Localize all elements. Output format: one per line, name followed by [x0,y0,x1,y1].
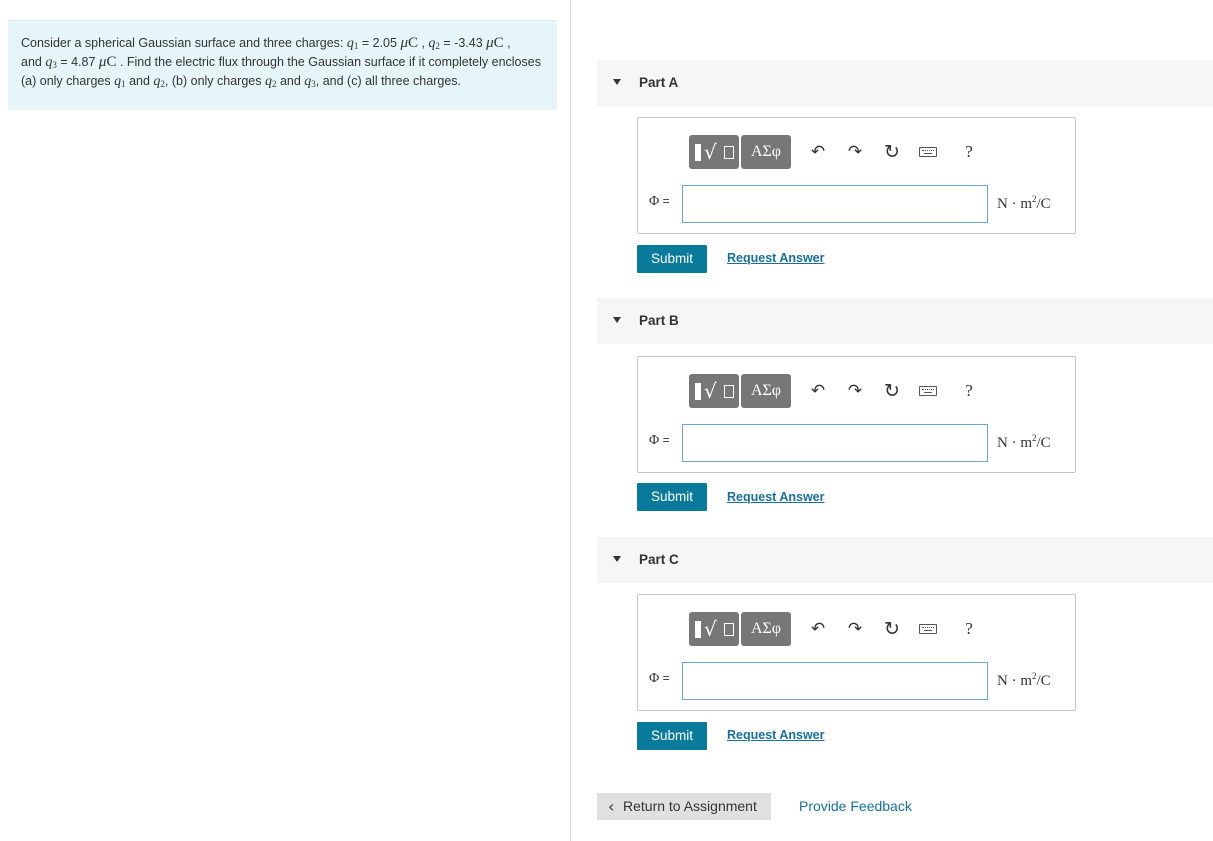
part-b-label: Part B [639,313,679,328]
radical-icon: √ [704,617,717,641]
part-c-answer-box: √ ΑΣφ ↶ ↷ ↻ ? Φ = N · m2/C [637,594,1076,711]
phi-label: Φ = [649,671,670,686]
template-block-icon [695,144,701,161]
math-toolbar: √ ΑΣφ ↶ ↷ ↻ ? [689,374,989,408]
reset-icon[interactable]: ↻ [881,135,903,169]
greek-symbols-button[interactable]: ΑΣφ [741,612,791,646]
part-c-answer-input[interactable] [682,662,988,700]
q1-symbol: q1 [346,36,359,51]
help-icon[interactable]: ? [958,374,980,408]
part-c-header[interactable]: Part C [597,537,1213,583]
templates-button[interactable]: √ [689,612,739,646]
q2-unit: μC [486,35,504,51]
q2-value: = -3.43 [439,36,487,50]
reset-icon[interactable]: ↻ [881,374,903,408]
math-toolbar: √ ΑΣφ ↶ ↷ ↻ ? [689,135,989,169]
unit-label: N · m2/C [997,194,1051,212]
unit-label: N · m2/C [997,433,1051,451]
part-a-header[interactable]: Part A [597,60,1213,106]
collapse-caret-icon[interactable] [613,79,621,85]
radical-icon: √ [704,379,717,403]
templates-button[interactable]: √ [689,374,739,408]
part-a-answer-box: √ ΑΣφ ↶ ↷ ↻ ? Φ = N · m2/C [637,117,1076,234]
template-block-icon [695,621,701,638]
part-b-request-answer-link[interactable]: Request Answer [727,490,824,504]
part-a-label: Part A [639,75,679,90]
q2-symbol: q2 [428,36,440,51]
redo-icon[interactable]: ↷ [844,135,866,169]
redo-icon[interactable]: ↷ [844,612,866,646]
unit-label: N · m2/C [997,671,1051,689]
radical-icon: √ [704,140,717,164]
q3-unit: μC [98,54,117,70]
part-a-request-answer-link[interactable]: Request Answer [727,251,824,265]
q1-unit: μC [400,35,418,51]
part-b-answer-input[interactable] [682,424,988,462]
provide-feedback-link[interactable]: Provide Feedback [799,798,912,814]
template-box-icon [724,623,734,636]
undo-icon[interactable]: ↶ [807,612,829,646]
q3-value: = 4.87 [56,55,99,69]
part-b-header[interactable]: Part B [597,298,1213,344]
template-block-icon [695,383,701,400]
q3-symbol: q3 [45,55,57,70]
collapse-caret-icon[interactable] [613,317,621,323]
redo-icon[interactable]: ↷ [844,374,866,408]
part-c-submit-button[interactable]: Submit [637,722,707,750]
undo-icon[interactable]: ↶ [807,135,829,169]
problem-statement: Consider a spherical Gaussian surface an… [8,20,557,110]
phi-label: Φ = [649,194,670,209]
template-box-icon [724,385,734,398]
greek-symbols-button[interactable]: ΑΣφ [741,374,791,408]
greek-symbols-button[interactable]: ΑΣφ [741,135,791,169]
help-icon[interactable]: ? [958,135,980,169]
part-b-submit-button[interactable]: Submit [637,483,707,511]
part-b-answer-box: √ ΑΣφ ↶ ↷ ↻ ? Φ = N · m2/C [637,356,1076,473]
return-to-assignment-button[interactable]: ‹ Return to Assignment [597,793,771,820]
collapse-caret-icon[interactable] [613,556,621,562]
keyboard-icon[interactable] [918,374,940,408]
part-a-submit-button[interactable]: Submit [637,245,707,273]
phi-label: Φ = [649,433,670,448]
help-icon[interactable]: ? [958,612,980,646]
template-box-icon [724,146,734,159]
chevron-left-icon: ‹ [608,797,615,816]
part-c-label: Part C [639,552,679,567]
math-toolbar: √ ΑΣφ ↶ ↷ ↻ ? [689,612,989,646]
reset-icon[interactable]: ↻ [881,612,903,646]
undo-icon[interactable]: ↶ [807,374,829,408]
templates-button[interactable]: √ [689,135,739,169]
column-divider [570,0,571,841]
q1-value: = 2.05 [358,36,401,50]
part-c-request-answer-link[interactable]: Request Answer [727,728,824,742]
keyboard-icon[interactable] [918,135,940,169]
part-a-answer-input[interactable] [682,185,988,223]
keyboard-icon[interactable] [918,612,940,646]
